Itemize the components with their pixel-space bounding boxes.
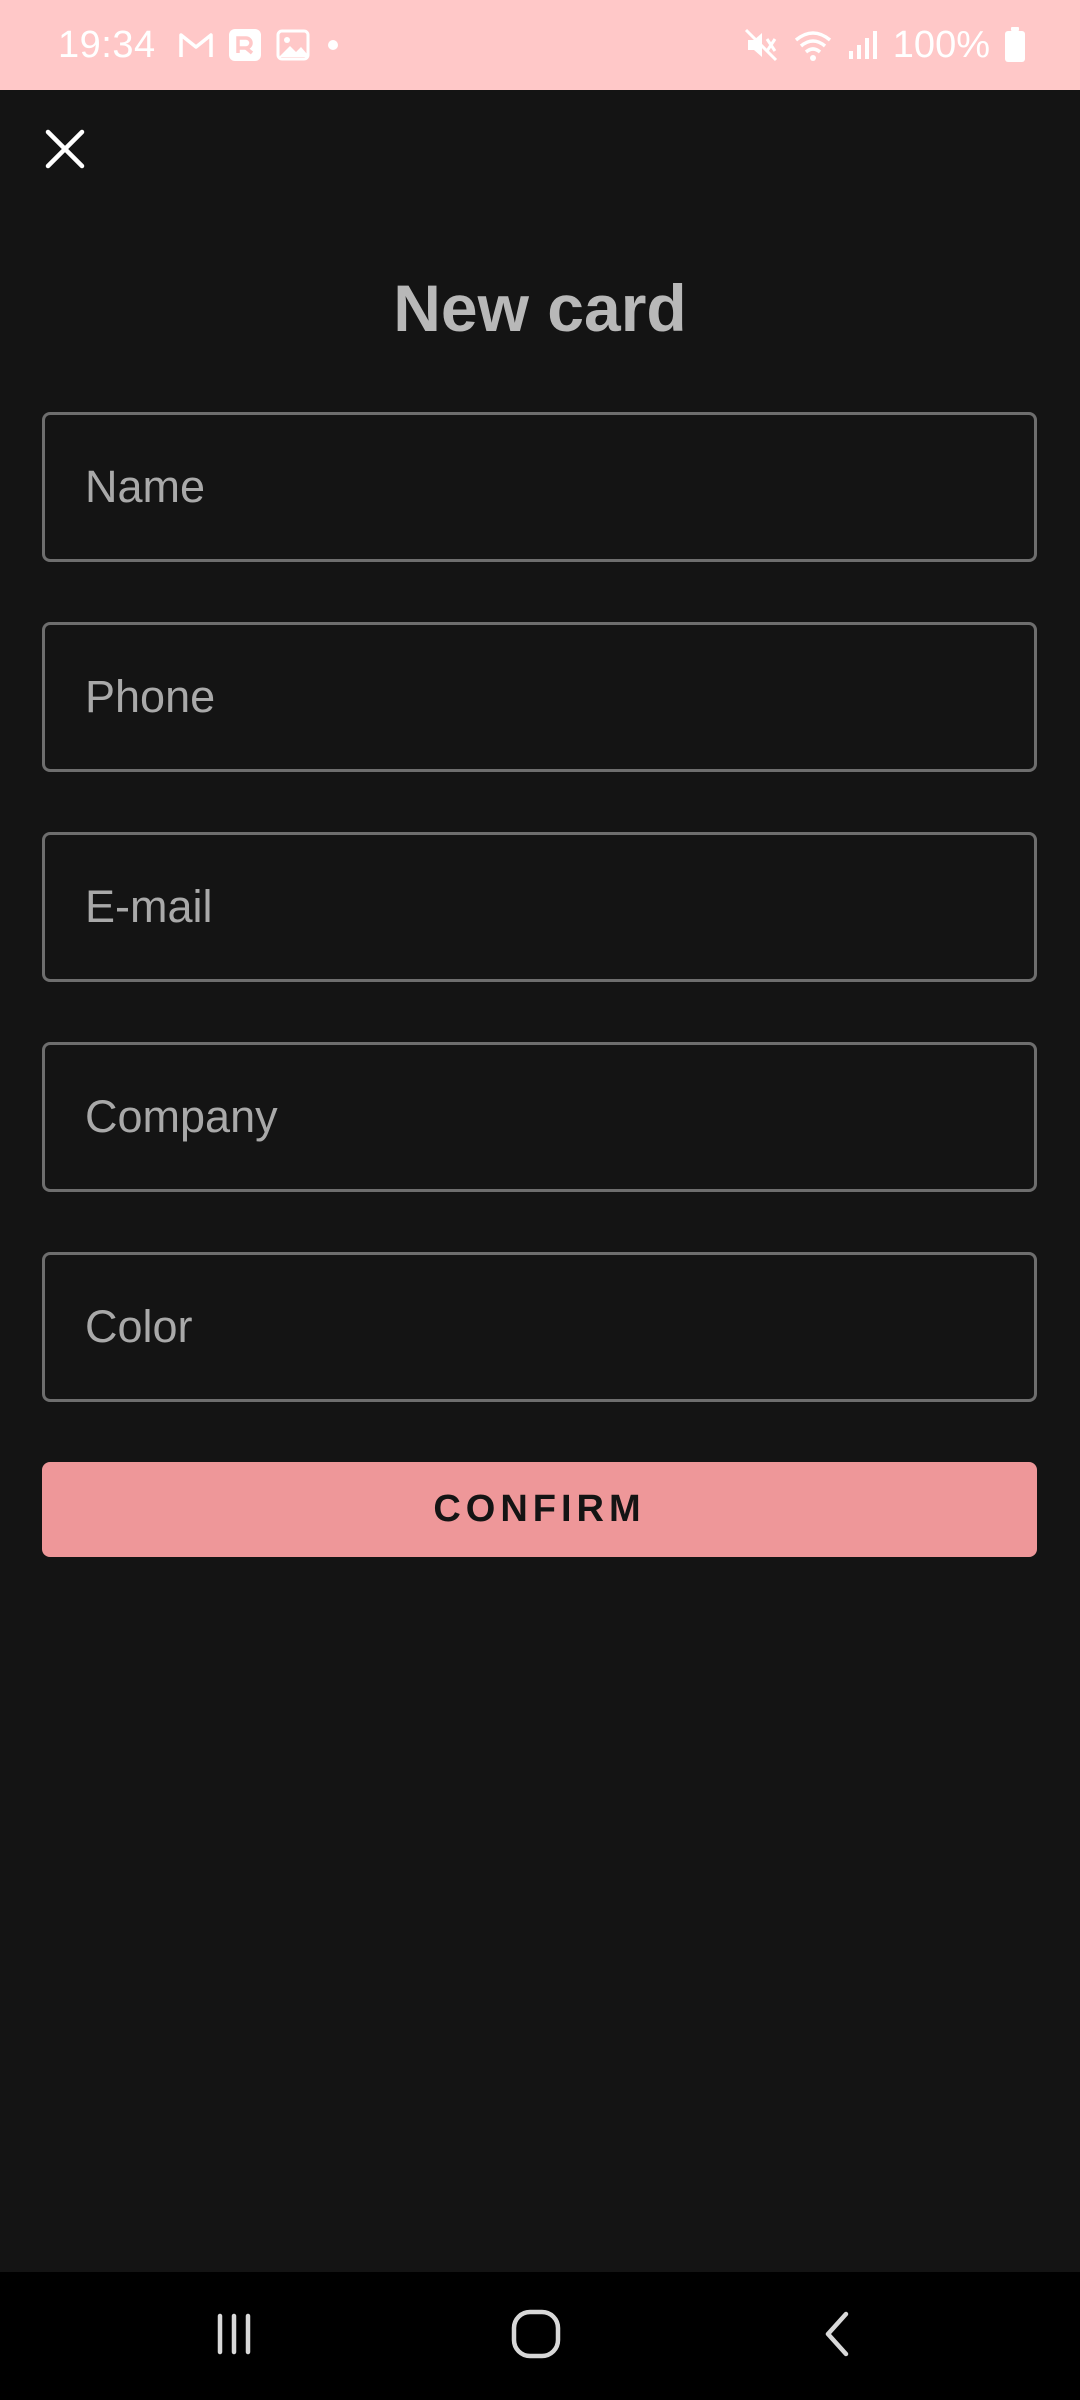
- battery-icon: [1004, 27, 1026, 63]
- navigation-bar: [0, 2272, 1080, 2400]
- wifi-icon: [793, 28, 833, 62]
- home-button[interactable]: [456, 2272, 616, 2400]
- gallery-icon: [276, 29, 310, 61]
- status-time: 19:34: [58, 23, 156, 66]
- status-bar-left: 19:34: [58, 24, 342, 67]
- gmail-icon: [178, 30, 214, 60]
- status-bar-right: 100%: [743, 24, 1026, 67]
- dot-icon: [324, 36, 342, 54]
- email-field[interactable]: [42, 832, 1037, 982]
- home-icon: [508, 2306, 564, 2367]
- app-notification-icon: [228, 28, 262, 62]
- mute-icon: [743, 27, 779, 63]
- new-card-screen: 19:34 100% New card Name Phone E-mail Co…: [0, 0, 1080, 2400]
- recent-apps-button[interactable]: [154, 2272, 314, 2400]
- signal-icon: [847, 29, 879, 61]
- phone-field[interactable]: [42, 622, 1037, 772]
- color-field[interactable]: [42, 1252, 1037, 1402]
- close-button[interactable]: [38, 122, 92, 176]
- back-button[interactable]: [758, 2272, 918, 2400]
- back-icon: [814, 2306, 862, 2367]
- close-icon: [38, 129, 92, 180]
- confirm-button[interactable]: CONFIRM: [42, 1462, 1037, 1557]
- name-field[interactable]: [42, 412, 1037, 562]
- page-title: New card: [393, 271, 687, 345]
- battery-percentage: 100%: [892, 23, 990, 66]
- recent-apps-icon: [210, 2310, 258, 2363]
- company-field[interactable]: [42, 1042, 1037, 1192]
- status-bar: 19:34 100%: [0, 0, 1080, 90]
